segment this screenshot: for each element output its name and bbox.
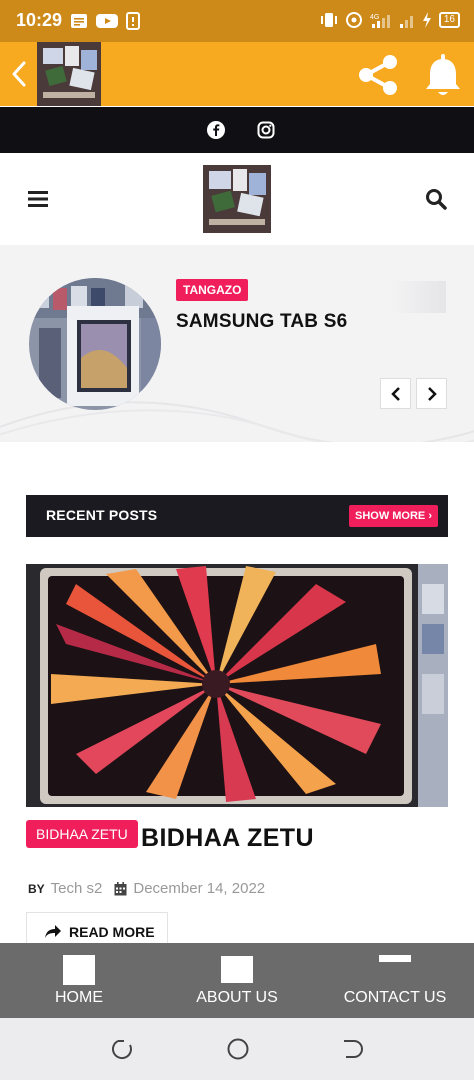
notification-bell-icon[interactable]	[424, 52, 462, 98]
post-meta: BY Tech s2 December 14, 2022	[28, 880, 265, 897]
by-label: BY	[28, 881, 45, 896]
signal-4g-icon: 4G	[370, 14, 390, 28]
back-nav-icon[interactable]	[340, 1037, 364, 1061]
social-bar	[0, 107, 474, 153]
svg-text:4G: 4G	[370, 14, 379, 21]
signal-icon	[399, 16, 413, 28]
about-icon	[221, 956, 253, 983]
home-circle-icon[interactable]	[226, 1037, 250, 1061]
share-arrow-icon	[45, 925, 61, 938]
post-title[interactable]: BIDHAA ZETU	[141, 824, 314, 853]
post-date: December 14, 2022	[133, 880, 266, 897]
show-more-button[interactable]: SHOW MORE ›	[348, 505, 438, 527]
chevron-left-icon	[390, 386, 400, 401]
nav-contact[interactable]: CONTACT US	[316, 943, 474, 1018]
post-author[interactable]: Tech s2	[51, 880, 103, 897]
youtube-icon	[96, 14, 118, 28]
bottom-nav: HOME ABOUT US CONTACT US	[0, 943, 474, 1018]
facebook-icon[interactable]	[207, 121, 225, 139]
nav-contact-label: CONTACT US	[343, 989, 447, 1006]
calendar-icon	[114, 881, 127, 895]
chevron-right-icon	[427, 386, 437, 401]
slider-fade-placeholder	[392, 281, 446, 313]
home-icon	[63, 955, 95, 985]
nav-home[interactable]: HOME	[0, 943, 158, 1018]
read-more-label: READ MORE	[69, 924, 155, 940]
nav-home-label: HOME	[55, 989, 103, 1006]
system-navigation-bar	[0, 1018, 474, 1080]
site-logo[interactable]	[203, 165, 271, 233]
slider-prev-button[interactable]	[380, 378, 411, 409]
featured-title[interactable]: SAMSUNG TAB S6	[176, 311, 347, 333]
chevron-right-icon: ›	[428, 510, 432, 522]
nav-about-label: ABOUT US	[196, 989, 278, 1006]
recent-apps-icon[interactable]	[110, 1037, 134, 1061]
instagram-icon[interactable]	[257, 121, 275, 139]
featured-slider: TANGAZO SAMSUNG TAB S6	[0, 245, 474, 442]
status-time: 10:29	[16, 10, 63, 30]
app-logo[interactable]	[37, 42, 101, 106]
back-icon[interactable]	[10, 60, 28, 88]
contact-icon	[379, 955, 411, 962]
nav-about[interactable]: ABOUT US	[158, 943, 316, 1018]
charging-icon	[422, 12, 431, 28]
section-title: RECENT POSTS	[46, 507, 158, 523]
status-system-icons: 4G 16	[320, 11, 460, 29]
recent-posts-header: RECENT POSTS SHOW MORE ›	[26, 495, 448, 537]
slider-next-button[interactable]	[416, 378, 447, 409]
share-icon[interactable]	[356, 52, 402, 98]
phone-notification-icon	[126, 12, 140, 30]
featured-tag[interactable]: TANGAZO	[176, 279, 249, 301]
featured-post-image[interactable]	[29, 278, 161, 410]
status-notification-icons	[70, 12, 140, 30]
post-category-tag[interactable]: BIDHAA ZETU	[26, 820, 138, 848]
status-bar: 10:29 4G 16	[0, 0, 474, 42]
search-icon[interactable]	[425, 188, 447, 210]
battery-level: 16	[438, 12, 460, 28]
hamburger-menu-icon[interactable]	[28, 190, 48, 208]
site-header	[0, 153, 474, 245]
hotspot-icon	[345, 12, 362, 28]
vibrate-icon	[320, 13, 337, 27]
post-image[interactable]	[26, 564, 448, 807]
message-icon	[71, 14, 87, 28]
show-more-label: SHOW MORE	[354, 510, 426, 522]
app-bar	[0, 42, 474, 106]
